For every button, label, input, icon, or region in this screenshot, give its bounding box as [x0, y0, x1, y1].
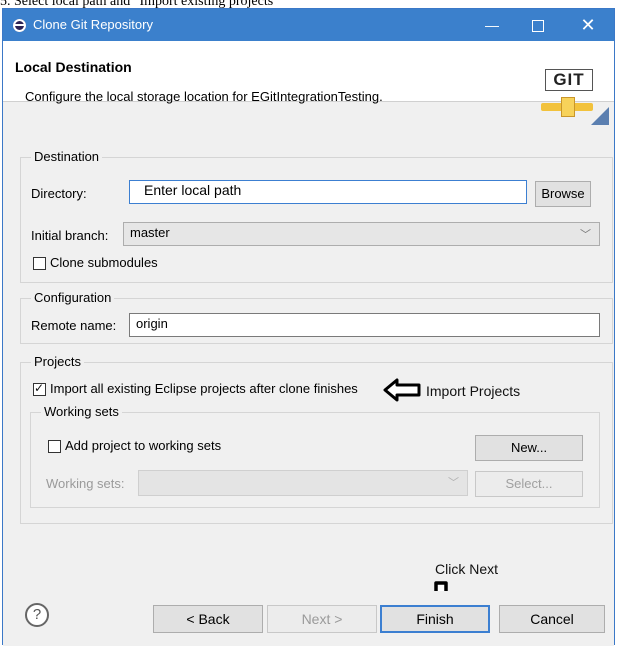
clone-submodules-checkbox[interactable]: [33, 257, 46, 270]
import-projects-label: Import all existing Eclipse projects aft…: [50, 381, 358, 396]
title-bar: Clone Git Repository — ✕: [3, 9, 614, 41]
minimize-button[interactable]: —: [469, 9, 515, 41]
remote-name-input[interactable]: origin: [129, 313, 600, 337]
wizard-banner: Local Destination Configure the local st…: [3, 41, 614, 125]
directory-input[interactable]: Enter local path: [129, 180, 527, 204]
cancel-button[interactable]: Cancel: [499, 605, 605, 633]
arrow-left-icon: [383, 378, 421, 402]
next-button[interactable]: Next >: [267, 605, 377, 633]
working-sets-group-label: Working sets: [41, 404, 122, 419]
destination-group-label: Destination: [31, 149, 103, 164]
initial-branch-label: Initial branch:: [31, 228, 109, 243]
click-next-annotation: Click Next: [435, 561, 499, 577]
maximize-icon: [532, 20, 544, 33]
chevron-down-icon: ﹀: [448, 477, 459, 489]
wizard-content: Destination Directory: Enter local path …: [3, 102, 614, 582]
configuration-group-label: Configuration: [31, 290, 115, 305]
import-projects-checkbox[interactable]: [33, 381, 46, 396]
wizard-button-bar: ? < Back Next > Finish Cancel: [3, 591, 614, 646]
directory-label: Directory:: [31, 186, 87, 201]
git-logo-text: GIT: [545, 69, 593, 91]
chevron-down-icon: ﹀: [580, 229, 591, 241]
initial-branch-select[interactable]: master ﹀: [123, 222, 600, 246]
initial-branch-value: master: [130, 225, 170, 240]
help-icon[interactable]: ?: [25, 603, 49, 627]
maximize-button[interactable]: [515, 9, 561, 41]
working-sets-label: Working sets:: [46, 476, 125, 491]
add-to-working-sets-checkbox[interactable]: [48, 440, 61, 453]
browse-button[interactable]: Browse: [535, 181, 591, 207]
clone-git-repository-dialog: Clone Git Repository — ✕ Local Destinati…: [2, 8, 615, 646]
projects-group-label: Projects: [31, 354, 84, 369]
add-to-working-sets-label: Add project to working sets: [65, 438, 222, 453]
clone-submodules-label: Clone submodules: [50, 255, 158, 270]
step-caption: 5. Select local path and "Import existin…: [0, 0, 279, 9]
import-projects-annotation: Import Projects: [426, 383, 521, 399]
remote-name-label: Remote name:: [31, 318, 117, 333]
close-button[interactable]: ✕: [565, 9, 611, 41]
back-button[interactable]: < Back: [153, 605, 263, 633]
select-working-set-button[interactable]: Select...: [475, 471, 583, 497]
finish-button[interactable]: Finish: [380, 605, 490, 633]
working-sets-select[interactable]: ﹀: [138, 470, 468, 496]
new-working-set-button[interactable]: New...: [475, 435, 583, 461]
window-title: Clone Git Repository: [33, 17, 153, 32]
page-title: Local Destination: [15, 59, 132, 75]
eclipse-icon: [13, 19, 26, 32]
